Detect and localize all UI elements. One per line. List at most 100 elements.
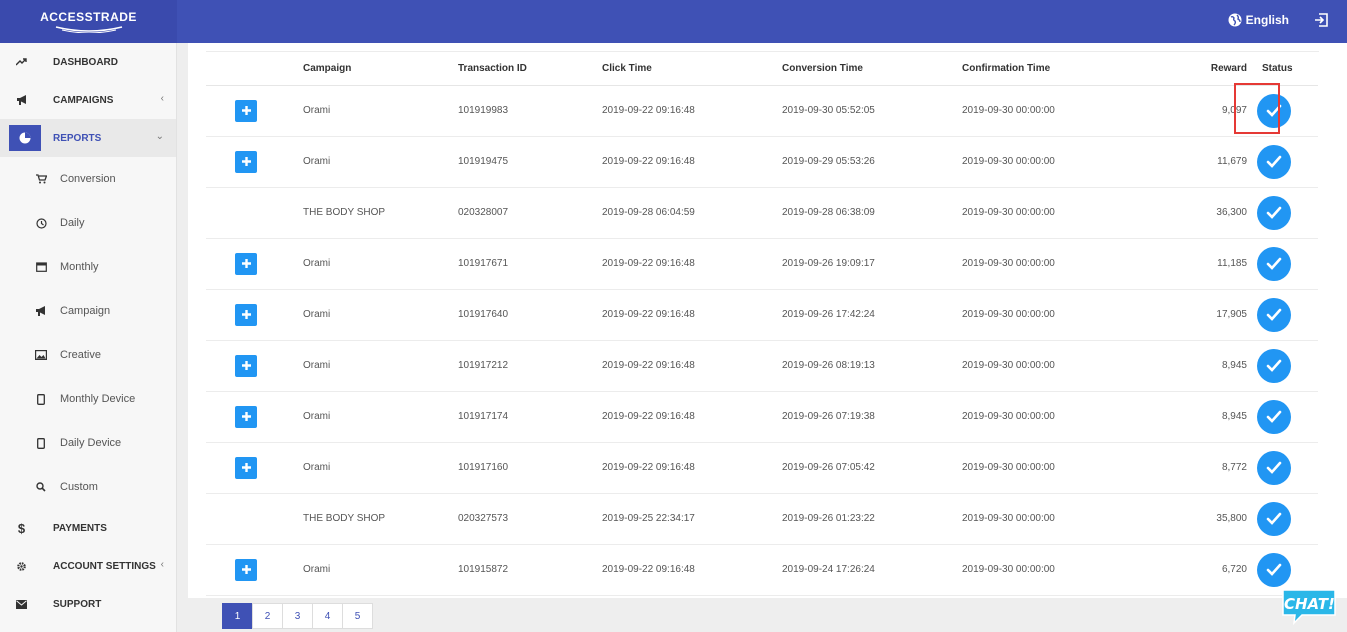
status-cell [1257,289,1318,341]
status-cell [1257,238,1318,290]
confirmation-time-cell: 2019-09-30 00:00:00 [962,136,1142,188]
page-1-button[interactable]: 1 [222,603,253,629]
expand-row-button[interactable] [235,150,257,173]
header-confirmation-time[interactable]: Confirmation Time [962,52,1142,86]
campaign-cell: Orami [303,289,458,341]
sidebar-item-support[interactable]: SUPPORT [0,585,176,623]
sidebar-item-label: ACCOUNT SETTINGS [53,560,156,572]
logout-icon[interactable] [1313,12,1329,28]
reward-cell: 11,679 [1142,136,1257,188]
status-approved-badge[interactable] [1257,450,1291,485]
status-approved-badge[interactable] [1257,552,1291,587]
status-approved-badge[interactable] [1257,348,1291,383]
header-campaign[interactable]: Campaign [303,52,458,86]
transaction-id-cell: 020328007 [458,187,602,239]
sidebar-item-label: CAMPAIGNS [53,94,114,106]
sidebar-subitem-daily[interactable]: Daily [0,201,176,245]
page-4-button[interactable]: 4 [312,603,343,629]
expand-row-button[interactable] [235,303,257,326]
reward-cell: 17,905 [1142,289,1257,341]
expand-cell [206,187,303,239]
sidebar-item-campaigns[interactable]: CAMPAIGNS ‹ [0,81,176,119]
plus-icon [241,463,251,472]
mobile-icon [0,393,60,405]
sidebar-subitem-label: Custom [60,481,98,493]
status-approved-badge[interactable] [1257,246,1291,281]
reward-cell: 35,800 [1142,493,1257,545]
reward-cell: 8,945 [1142,391,1257,443]
reward-cell: 8,945 [1142,340,1257,392]
status-approved-badge[interactable] [1257,399,1291,434]
conversion-time-cell: 2019-09-28 06:38:09 [782,187,962,239]
status-highlight-box [1234,83,1280,134]
sidebar-subitem-label: Monthly [60,261,99,273]
header-expand [206,52,303,86]
campaign-cell: Orami [303,391,458,443]
status-approved-badge[interactable] [1257,501,1291,536]
expand-row-button[interactable] [235,252,257,275]
table-row: Orami 101919475 2019-09-22 09:16:48 2019… [206,136,1318,188]
sidebar-subitem-label: Daily [60,217,85,229]
table-row: Orami 101917640 2019-09-22 09:16:48 2019… [206,289,1318,341]
sidebar-item-payments[interactable]: $ PAYMENTS [0,509,176,547]
status-approved-badge[interactable] [1257,144,1291,179]
expand-row-button[interactable] [235,354,257,377]
envelope-icon [0,599,53,609]
sidebar-subitem-custom[interactable]: Custom [0,465,176,509]
click-time-cell: 2019-09-22 09:16:48 [602,289,782,341]
sidebar-subitem-creative[interactable]: Creative [0,333,176,377]
sidebar-subitem-monthly-device[interactable]: Monthly Device [0,377,176,421]
click-time-cell: 2019-09-22 09:16:48 [602,442,782,494]
header-transaction-id[interactable]: Transaction ID [458,52,602,86]
confirmation-time-cell: 2019-09-30 00:00:00 [962,493,1142,545]
status-approved-badge[interactable] [1257,195,1291,230]
click-time-cell: 2019-09-22 09:16:48 [602,340,782,392]
header-reward[interactable]: Reward [1142,52,1257,86]
logo[interactable]: ACCESSTRADE [0,0,177,43]
dollar-icon: $ [17,520,26,536]
confirmation-time-cell: 2019-09-30 00:00:00 [962,340,1142,392]
sidebar-subitem-monthly[interactable]: Monthly [0,245,176,289]
expand-cell [206,136,303,188]
language-selector[interactable]: English [1228,13,1289,27]
expand-row-button[interactable] [235,99,257,122]
transaction-id-cell: 101917160 [458,442,602,494]
conversion-time-cell: 2019-09-26 07:19:38 [782,391,962,443]
campaign-cell: Orami [303,136,458,188]
chat-button[interactable]: CHAT! [1280,587,1338,626]
expand-cell [206,289,303,341]
language-label: English [1245,13,1289,27]
expand-row-button[interactable] [235,405,257,428]
header-click-time[interactable]: Click Time [602,52,782,86]
page-3-button[interactable]: 3 [282,603,313,629]
expand-row-button[interactable] [235,558,257,581]
status-approved-badge[interactable] [1257,297,1291,332]
header-conversion-time[interactable]: Conversion Time [782,52,962,86]
confirmation-time-cell: 2019-09-30 00:00:00 [962,85,1142,137]
conversion-time-cell: 2019-09-24 17:26:24 [782,544,962,596]
click-time-cell: 2019-09-22 09:16:48 [602,85,782,137]
status-cell [1257,187,1318,239]
campaign-cell: Orami [303,238,458,290]
table-row: THE BODY SHOP 020327573 2019-09-25 22:34… [206,493,1318,545]
header-status[interactable]: Status [1257,52,1318,86]
chat-label: CHAT! [1284,595,1335,613]
sidebar-item-account-settings[interactable]: ACCOUNT SETTINGS ‹ [0,547,176,585]
transaction-id-cell: 101917174 [458,391,602,443]
page-2-button[interactable]: 2 [252,603,283,629]
status-cell [1257,391,1318,443]
sidebar-item-reports[interactable]: REPORTS ⌄ [0,119,176,157]
sidebar-subitem-label: Daily Device [60,437,122,449]
sidebar-subitem-daily-device[interactable]: Daily Device [0,421,176,465]
megaphone-icon [0,305,60,317]
campaign-cell: THE BODY SHOP [303,493,458,545]
sidebar-subitem-campaign[interactable]: Campaign [0,289,176,333]
page-5-button[interactable]: 5 [342,603,373,629]
conversion-table: Campaign Transaction ID Click Time Conve… [206,52,1318,596]
sidebar-subitem-conversion[interactable]: Conversion [0,157,176,201]
transaction-id-cell: 101917640 [458,289,602,341]
sidebar-item-dashboard[interactable]: DASHBOARD [0,43,176,81]
checkmark-icon [1266,461,1282,474]
expand-row-button[interactable] [235,456,257,479]
status-cell [1257,136,1318,188]
